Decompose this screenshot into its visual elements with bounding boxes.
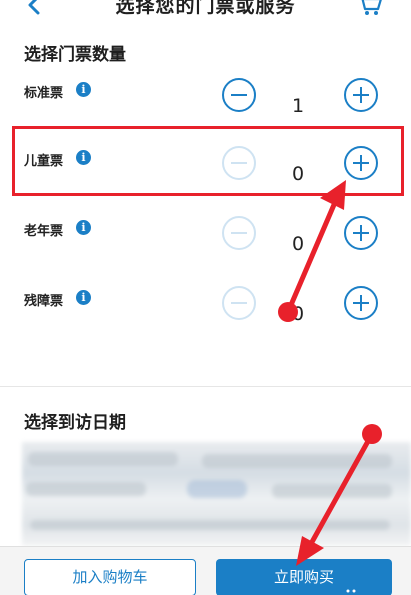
loading-dots-icon bbox=[346, 589, 356, 593]
highlight-box bbox=[12, 126, 404, 196]
ticket-row-senior: 老年票 i 0 bbox=[0, 216, 411, 270]
quantity-senior: 0 bbox=[292, 233, 305, 255]
ticket-label-disability: 残障票 bbox=[24, 294, 64, 309]
quantity-disability: 0 bbox=[292, 303, 305, 325]
ticket-selection-screen: 选择您的门票或服务 选择门票数量 标准票 i 1 儿童票 i 0 老年票 i 0 bbox=[0, 0, 411, 595]
quantity-section-title: 选择门票数量 bbox=[24, 45, 126, 65]
info-icon[interactable]: i bbox=[76, 290, 91, 305]
increase-senior-button[interactable] bbox=[344, 216, 378, 250]
quantity-standard: 1 bbox=[292, 95, 305, 117]
increase-standard-button[interactable] bbox=[344, 78, 378, 112]
ticket-label-senior: 老年票 bbox=[24, 224, 64, 239]
decrease-standard-button[interactable] bbox=[222, 78, 256, 112]
info-icon[interactable]: i bbox=[76, 220, 91, 235]
ticket-label-standard: 标准票 bbox=[24, 86, 64, 101]
increase-disability-button[interactable] bbox=[344, 286, 378, 320]
decrease-senior-button[interactable] bbox=[222, 216, 256, 250]
add-to-cart-button[interactable]: 加入购物车 bbox=[24, 559, 196, 595]
decrease-disability-button[interactable] bbox=[222, 286, 256, 320]
buy-now-button[interactable]: 立即购买 bbox=[216, 559, 392, 595]
blurred-calendar-area bbox=[22, 442, 411, 546]
page-title: 选择您的门票或服务 bbox=[115, 0, 296, 17]
ticket-row-disability: 残障票 i 0 bbox=[0, 286, 411, 340]
cart-icon bbox=[361, 0, 382, 15]
date-section-title: 选择到访日期 bbox=[24, 413, 126, 433]
bottom-action-bar: 加入购物车 立即购买 bbox=[0, 546, 411, 595]
header: 选择您的门票或服务 bbox=[0, 0, 411, 26]
cart-button[interactable] bbox=[356, 0, 384, 17]
info-icon[interactable]: i bbox=[76, 82, 91, 97]
ticket-row-standard: 标准票 i 1 bbox=[0, 78, 411, 132]
section-divider bbox=[0, 386, 411, 387]
